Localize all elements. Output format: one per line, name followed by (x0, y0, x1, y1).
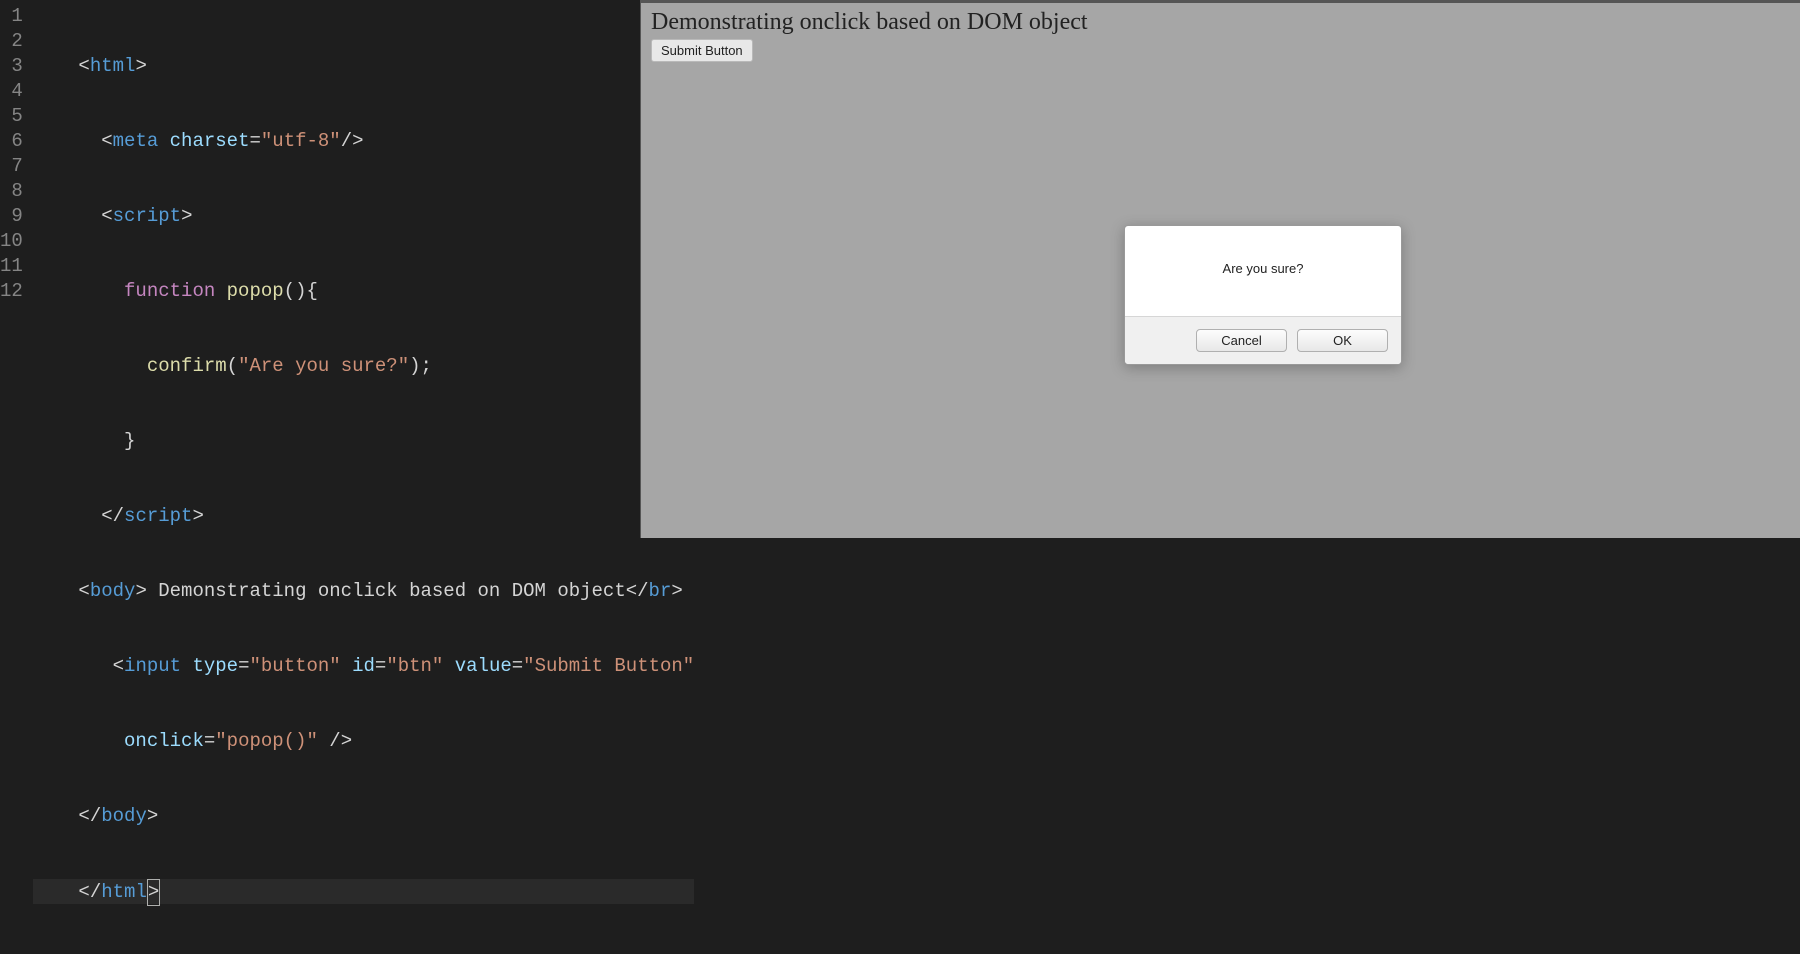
code-line-current: </html> (33, 879, 694, 904)
code-line: </script> (33, 504, 694, 529)
angle-bracket: < (78, 55, 89, 77)
line-number: 8 (0, 179, 23, 204)
line-number: 7 (0, 154, 23, 179)
angle-bracket: </ (78, 805, 101, 827)
angle-bracket: > (671, 580, 682, 602)
page-heading: Demonstrating onclick based on DOM objec… (651, 9, 1790, 36)
code-line: <html> (33, 54, 694, 79)
tag-name: html (101, 881, 147, 903)
equals: = (512, 655, 523, 677)
space (341, 655, 352, 677)
angle-bracket: < (78, 580, 89, 602)
space (147, 580, 158, 602)
angle-bracket: > (192, 505, 203, 527)
ok-button[interactable]: OK (1297, 329, 1388, 352)
confirm-dialog-footer: Cancel OK (1125, 316, 1401, 364)
equals: = (238, 655, 249, 677)
cancel-button[interactable]: Cancel (1196, 329, 1287, 352)
angle-bracket: </ (78, 881, 101, 903)
attr-value: "Submit Button" (523, 655, 694, 677)
tag-name: br (649, 580, 672, 602)
angle-bracket: </ (101, 505, 124, 527)
paren: ( (227, 355, 238, 377)
attr-value: "button" (249, 655, 340, 677)
angle-bracket: < (113, 655, 124, 677)
space (318, 730, 329, 752)
code-content[interactable]: <html> <meta charset="utf-8"/> <script> … (33, 4, 694, 538)
tag-name: script (124, 505, 192, 527)
equals: = (204, 730, 215, 752)
angle-bracket: < (101, 205, 112, 227)
angle-bracket: > (181, 205, 192, 227)
brace: } (124, 430, 135, 452)
tag-name: html (90, 55, 136, 77)
function-name: popop (227, 280, 284, 302)
paren: ) (409, 355, 420, 377)
line-number: 4 (0, 79, 23, 104)
keyword: function (124, 280, 215, 302)
angle-bracket: </ (626, 580, 649, 602)
confirm-dialog-message: Are you sure? (1125, 226, 1401, 316)
line-number: 9 (0, 204, 23, 229)
line-number: 11 (0, 254, 23, 279)
tag-name: meta (113, 130, 159, 152)
angle-bracket: > (135, 55, 146, 77)
tag-name: body (90, 580, 136, 602)
code-line: onclick="popop()" /> (33, 729, 694, 754)
line-number: 12 (0, 279, 23, 304)
code-line: <body> Demonstrating onclick based on DO… (33, 579, 694, 604)
attr-name: onclick (124, 730, 204, 752)
space (158, 130, 169, 152)
code-line: </body> (33, 804, 694, 829)
attr-value: "popop()" (215, 730, 318, 752)
code-line: <input type="button" id="btn" value="Sub… (33, 654, 694, 679)
line-number-gutter: 1 2 3 4 5 6 7 8 9 10 11 12 (0, 4, 33, 538)
equals: = (375, 655, 386, 677)
browser-preview-panel: Demonstrating onclick based on DOM objec… (640, 0, 1800, 538)
angle-bracket: > (135, 580, 146, 602)
line-number: 1 (0, 4, 23, 29)
body-text: Demonstrating onclick based on DOM objec… (158, 580, 625, 602)
attr-name: id (352, 655, 375, 677)
code-line: } (33, 429, 694, 454)
attr-name: value (455, 655, 512, 677)
brace: { (306, 280, 317, 302)
line-number: 10 (0, 229, 23, 254)
self-close: /> (329, 730, 352, 752)
text-cursor: > (147, 879, 160, 906)
attr-name: type (192, 655, 238, 677)
tag-name: body (101, 805, 147, 827)
function-call: confirm (147, 355, 227, 377)
submit-button[interactable]: Submit Button (651, 39, 753, 62)
equals: = (249, 130, 260, 152)
line-number: 5 (0, 104, 23, 129)
attr-name: charset (170, 130, 250, 152)
tag-name: script (113, 205, 181, 227)
line-number: 2 (0, 29, 23, 54)
space (215, 280, 226, 302)
space (443, 655, 454, 677)
line-number: 6 (0, 129, 23, 154)
confirm-dialog: Are you sure? Cancel OK (1124, 225, 1402, 365)
code-editor-panel: 1 2 3 4 5 6 7 8 9 10 11 12 <html> <meta … (0, 0, 640, 538)
semicolon: ; (421, 355, 432, 377)
code-line: <meta charset="utf-8"/> (33, 129, 694, 154)
space (181, 655, 192, 677)
angle-bracket: > (147, 805, 158, 827)
angle-bracket: < (101, 130, 112, 152)
code-line: confirm("Are you sure?"); (33, 354, 694, 379)
attr-value: "utf-8" (261, 130, 341, 152)
parens: () (284, 280, 307, 302)
line-number: 3 (0, 54, 23, 79)
attr-value: "btn" (386, 655, 443, 677)
self-close: /> (341, 130, 364, 152)
tag-name: input (124, 655, 181, 677)
angle-bracket: > (148, 881, 159, 903)
string-literal: "Are you sure?" (238, 355, 409, 377)
code-line: <script> (33, 204, 694, 229)
code-line: function popop(){ (33, 279, 694, 304)
